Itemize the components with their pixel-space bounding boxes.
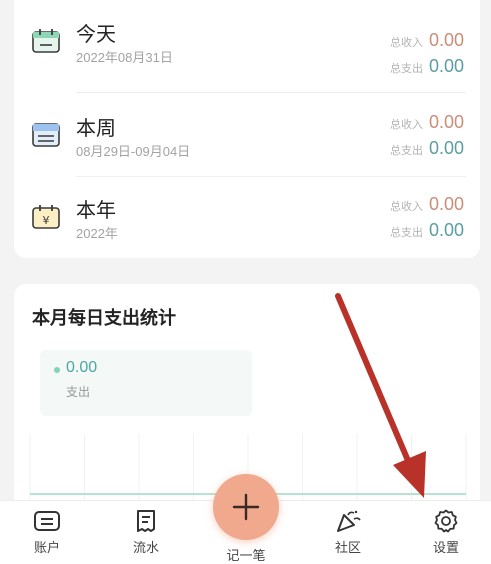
tab-label: 设置 — [432, 540, 459, 555]
income-value: 0.00 — [428, 30, 464, 50]
expense-stat: 总支出 0.00 — [390, 56, 464, 78]
party-popper-icon — [337, 510, 361, 532]
wallet-icon — [34, 511, 60, 531]
income-value: 0.00 — [428, 194, 464, 214]
legend-label: 支出 — [66, 385, 91, 399]
row-title: 本周 — [76, 118, 116, 140]
summary-row-week[interactable]: 本周 08月29日-09月04日 总收入 0.00 总支出 0.00 — [14, 94, 480, 176]
gear-icon — [434, 509, 458, 533]
expense-value: 0.00 — [428, 138, 464, 158]
chart-title: 本月每日支出统计 — [32, 308, 176, 328]
expense-value: 0.00 — [428, 56, 464, 76]
summary-card: 今天 2022年08月31日 总收入 0.00 总支出 0.00 本周 08月2… — [14, 0, 480, 258]
calendar-day-icon — [32, 28, 60, 54]
chart-tooltip: 0.00 支出 — [40, 350, 252, 416]
svg-text:¥: ¥ — [43, 214, 50, 227]
receipt-icon — [137, 510, 155, 532]
income-label: 总收入 — [389, 37, 423, 49]
summary-row-year[interactable]: ¥ 本年 2022年 总收入 0.00 总支出 0.00 — [14, 176, 480, 258]
expense-label: 总支出 — [389, 63, 423, 75]
expense-label: 总支出 — [389, 145, 423, 157]
plus-icon — [232, 493, 260, 521]
row-date: 2022年 — [76, 226, 118, 241]
income-label: 总收入 — [389, 119, 423, 131]
legend-dot-icon — [54, 367, 60, 373]
income-label: 总收入 — [389, 201, 423, 213]
summary-row-today[interactable]: 今天 2022年08月31日 总收入 0.00 总支出 0.00 — [14, 0, 480, 82]
tab-label: 社区 — [334, 540, 361, 555]
row-title: 本年 — [76, 200, 116, 222]
tab-community[interactable]: 社区 — [318, 509, 378, 561]
income-stat: 总收入 0.00 — [390, 112, 464, 134]
expense-value: 0.00 — [428, 220, 464, 240]
tab-settings[interactable]: 设置 — [416, 509, 476, 561]
calendar-year-icon: ¥ — [32, 204, 60, 230]
income-stat: 总收入 0.00 — [390, 194, 464, 216]
divider — [76, 92, 466, 93]
income-stat: 总收入 0.00 — [390, 30, 464, 52]
tab-label: 账户 — [33, 540, 60, 555]
row-date: 08月29日-09月04日 — [76, 144, 191, 159]
row-date: 2022年08月31日 — [76, 50, 173, 65]
income-value: 0.00 — [428, 112, 464, 132]
expense-stat: 总支出 0.00 — [390, 138, 464, 160]
tab-account[interactable]: 账户 — [17, 509, 77, 561]
add-record-button[interactable] — [213, 474, 279, 540]
row-title: 今天 — [76, 24, 116, 46]
expense-stat: 总支出 0.00 — [390, 220, 464, 242]
expense-label: 总支出 — [389, 227, 423, 239]
tab-label: 流水 — [132, 540, 159, 555]
add-record-label: 记一笔 — [226, 548, 266, 563]
calendar-week-icon — [32, 122, 60, 148]
tab-flow[interactable]: 流水 — [116, 509, 176, 561]
legend-value: 0.00 — [66, 359, 98, 376]
